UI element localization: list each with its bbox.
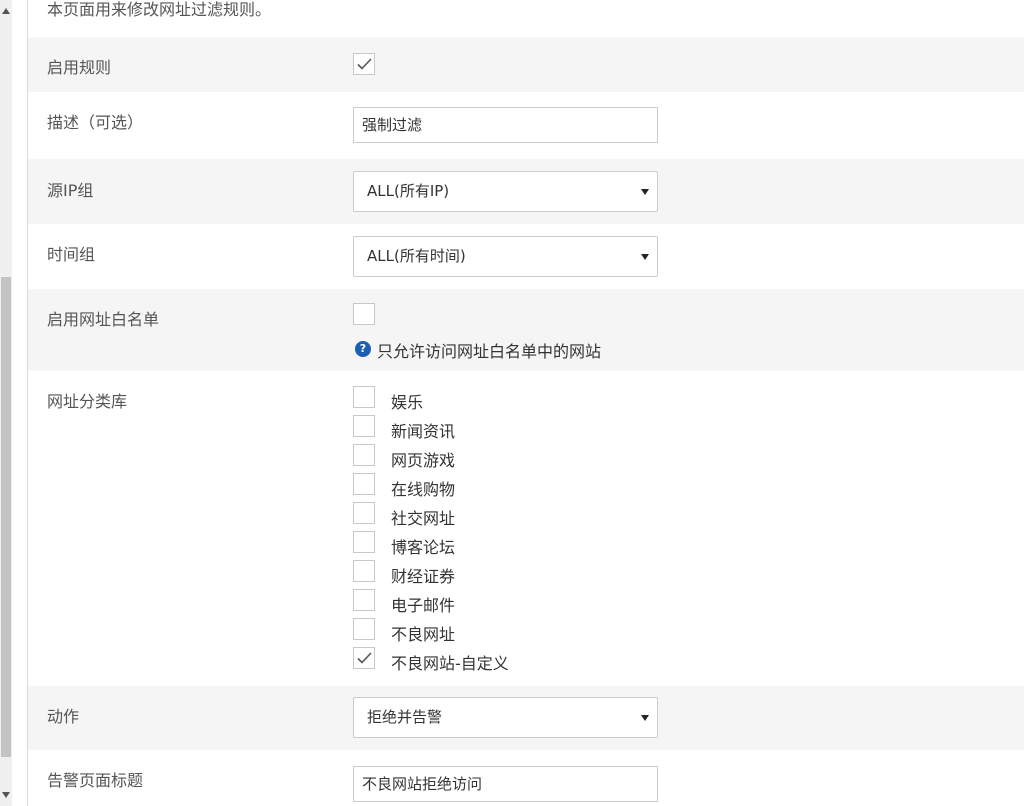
category-label: 博客论坛	[391, 538, 456, 557]
category-item[interactable]: 在线购物	[353, 473, 653, 499]
url-categories-label: 网址分类库	[47, 392, 128, 411]
category-label: 新闻资讯	[391, 422, 456, 441]
time-group-label: 时间组	[47, 245, 96, 264]
category-item[interactable]: 财经证券	[353, 560, 653, 586]
check-icon	[357, 652, 372, 664]
description-input[interactable]: 强制过滤	[353, 107, 658, 143]
category-item[interactable]: 网页游戏	[353, 444, 653, 470]
caret-down-icon	[641, 254, 649, 260]
source-ip-group-value: ALL(所有IP)	[367, 182, 450, 200]
category-checkbox[interactable]	[353, 473, 375, 495]
check-icon	[357, 58, 372, 70]
row-url-categories: 网址分类库 娱乐 新闻资讯 网页游戏 在线购物 社交网址 博客论坛 财经证券 电…	[28, 371, 1024, 686]
category-item[interactable]: 电子邮件	[353, 589, 653, 615]
category-label: 网页游戏	[391, 451, 456, 470]
category-label: 社交网址	[391, 509, 456, 528]
action-label: 动作	[47, 707, 80, 726]
action-value: 拒绝并告警	[367, 708, 443, 726]
scroll-thumb[interactable]	[1, 277, 11, 757]
row-description: 描述（可选） 强制过滤	[28, 92, 1024, 159]
scroll-up-arrow-icon[interactable]	[0, 4, 12, 18]
category-label: 财经证券	[391, 567, 456, 586]
row-whitelist: 启用网址白名单 ? 只允许访问网址白名单中的网站	[28, 289, 1024, 371]
category-checkbox[interactable]	[353, 589, 375, 611]
category-item[interactable]: 新闻资讯	[353, 415, 653, 441]
scroll-down-arrow-icon[interactable]	[0, 788, 12, 802]
whitelist-checkbox[interactable]	[353, 303, 375, 325]
time-group-value: ALL(所有时间)	[367, 247, 466, 265]
category-item[interactable]: 娱乐	[353, 386, 653, 412]
scrollbar[interactable]	[0, 0, 12, 806]
row-source-ip-group: 源IP组 ALL(所有IP)	[28, 159, 1024, 224]
alert-title-input[interactable]: 不良网站拒绝访问	[353, 766, 658, 802]
time-group-select[interactable]: ALL(所有时间)	[353, 236, 658, 277]
category-label: 不良网址	[391, 625, 456, 644]
source-ip-group-select[interactable]: ALL(所有IP)	[353, 171, 658, 212]
category-checkbox[interactable]	[353, 415, 375, 437]
page-notice: 本页面用来修改网址过滤规则。	[47, 0, 272, 19]
category-label: 电子邮件	[391, 596, 456, 615]
source-ip-group-label: 源IP组	[47, 181, 94, 200]
category-checkbox[interactable]	[353, 647, 375, 669]
category-checkbox[interactable]	[353, 531, 375, 553]
description-label: 描述（可选）	[47, 113, 144, 132]
caret-down-icon	[641, 715, 649, 721]
category-checkbox[interactable]	[353, 444, 375, 466]
caret-down-icon	[641, 189, 649, 195]
row-alert-title: 告警页面标题 不良网站拒绝访问	[28, 750, 1024, 806]
category-checkbox[interactable]	[353, 502, 375, 524]
category-label: 在线购物	[391, 480, 456, 499]
category-item[interactable]: 社交网址	[353, 502, 653, 528]
category-label: 不良网站-自定义	[391, 654, 509, 673]
whitelist-help-text: 只允许访问网址白名单中的网站	[377, 342, 602, 361]
category-item[interactable]: 不良网址	[353, 618, 653, 644]
category-label: 娱乐	[391, 393, 424, 412]
question-circle-icon: ?	[355, 341, 371, 357]
alert-title-label: 告警页面标题	[47, 771, 144, 790]
category-item[interactable]: 不良网站-自定义	[353, 647, 653, 673]
category-checkbox[interactable]	[353, 386, 375, 408]
enable-rule-label: 启用规则	[47, 58, 112, 77]
action-select[interactable]: 拒绝并告警	[353, 697, 658, 738]
row-action: 动作 拒绝并告警	[28, 686, 1024, 750]
whitelist-label: 启用网址白名单	[47, 310, 160, 329]
category-item[interactable]: 博客论坛	[353, 531, 653, 557]
enable-rule-checkbox[interactable]	[353, 53, 375, 75]
row-enable-rule: 启用规则	[28, 37, 1024, 92]
row-time-group: 时间组 ALL(所有时间)	[28, 224, 1024, 289]
category-checkbox[interactable]	[353, 618, 375, 640]
category-checkbox[interactable]	[353, 560, 375, 582]
